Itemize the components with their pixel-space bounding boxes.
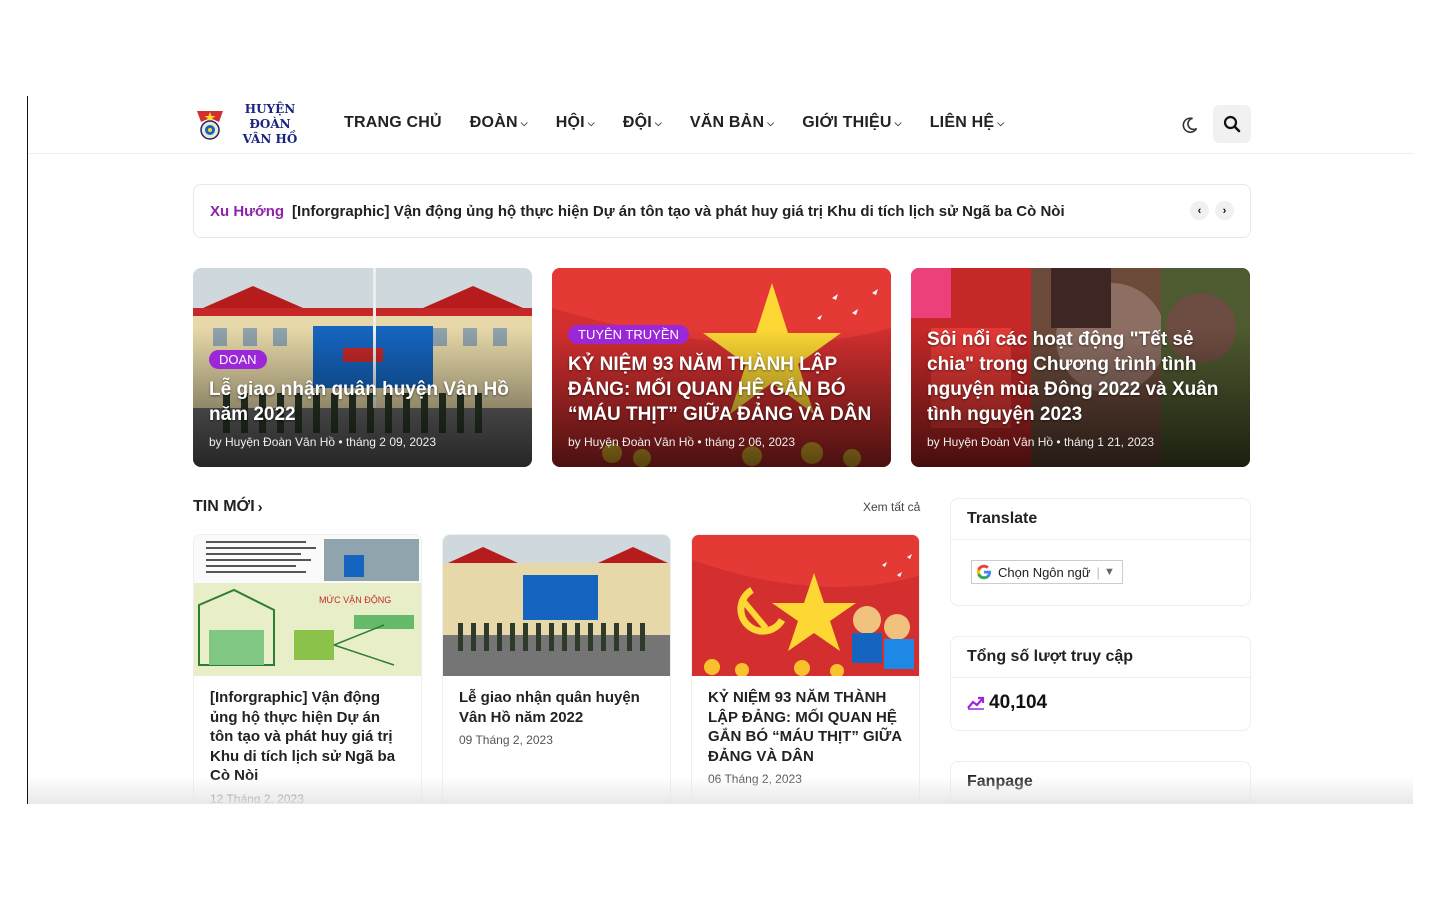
translate-widget: Translate Chọn Ngôn ngữ | ▼ bbox=[950, 498, 1251, 606]
post-date: 12 Tháng 2, 2023 bbox=[210, 791, 304, 805]
search-button[interactable] bbox=[1213, 105, 1251, 143]
thumbnail-heading: MỨC VẬN ĐỘNG bbox=[319, 595, 391, 605]
chevron-down-icon: ⌵ bbox=[997, 117, 1005, 128]
trending-bar: Xu Hướng [Inforgraphic] Vận động ủng hộ … bbox=[193, 184, 1251, 238]
hero-title[interactable]: Lễ giao nhận quân huyện Vân Hồ năm 2022 bbox=[209, 377, 518, 427]
chevron-left-icon: ‹ bbox=[1197, 204, 1202, 217]
hero-meta: by Huyện Đoàn Vân Hồ • tháng 2 06, 2023 bbox=[568, 435, 796, 449]
latest-section-title[interactable]: TIN MỚI › bbox=[193, 498, 263, 516]
nav-label: TRANG CHỦ bbox=[344, 114, 442, 131]
dropdown-triangle-icon: ▼ bbox=[1103, 566, 1115, 578]
moon-icon[interactable] bbox=[1179, 114, 1201, 136]
post-thumbnail bbox=[443, 535, 670, 676]
latest-title-label: TIN MỚI bbox=[193, 498, 255, 515]
trending-link[interactable]: [Inforgraphic] Vận động ủng hộ thực hiện… bbox=[292, 203, 1065, 220]
main-nav: TRANG CHỦ ĐOÀN ⌵ HỘI ⌵ ĐỘI ⌵ VĂN BẢN ⌵ GIỚI … bbox=[344, 114, 1032, 132]
site-header: HUYỆN ĐOÀN VÂN HỒ TRANG CHỦ ĐOÀN ⌵ HỘI ⌵ Đ… bbox=[28, 96, 1413, 154]
trending-prev-button[interactable]: ‹ bbox=[1190, 201, 1209, 220]
post-thumbnail bbox=[692, 535, 919, 676]
page-viewport: HUYỆN ĐOÀN VÂN HỒ TRANG CHỦ ĐOÀN ⌵ HỘI ⌵ Đ… bbox=[27, 96, 1413, 804]
nav-label: LIÊN HỆ bbox=[929, 114, 995, 131]
nav-item-van-ban[interactable]: VĂN BẢN ⌵ bbox=[690, 114, 774, 132]
trending-label: Xu Hướng bbox=[210, 202, 285, 220]
nav-item-lien-he[interactable]: LIÊN HỆ ⌵ bbox=[930, 114, 1005, 132]
hero-card[interactable]: TUYÊN TRUYỀN KỶ NIỆM 93 NĂM THÀNH LẬP ĐẢ… bbox=[552, 268, 891, 467]
language-select-label: Chọn Ngôn ngữ bbox=[998, 564, 1091, 580]
post-title[interactable]: KỶ NIỆM 93 NĂM THÀNH LẬP ĐẢNG: MỐI QUAN … bbox=[692, 676, 919, 766]
chevron-down-icon: ⌵ bbox=[520, 117, 528, 128]
nav-item-hoi[interactable]: HỘI ⌵ bbox=[556, 114, 595, 132]
nav-label: ĐOÀN bbox=[469, 114, 518, 131]
chevron-down-icon: ⌵ bbox=[894, 117, 902, 128]
google-icon bbox=[976, 564, 991, 580]
post-date: 06 Tháng 2, 2023 bbox=[708, 772, 802, 786]
hero-meta: by Huyện Đoàn Vân Hồ • tháng 1 21, 2023 bbox=[927, 435, 1155, 449]
hero-card[interactable]: Sôi nổi các hoạt động "Tết sẻ chia" tron… bbox=[911, 268, 1250, 467]
post-card[interactable]: MỨC VẬN ĐỘNG [Inforgraphic] Vận động ủng… bbox=[193, 534, 422, 804]
post-card[interactable]: Lễ giao nhận quân huyện Vân Hồ năm 2022 … bbox=[442, 534, 671, 804]
chevron-right-icon: › bbox=[257, 498, 263, 516]
logo-badge-icon bbox=[195, 108, 225, 140]
nav-item-doi[interactable]: ĐỘI ⌵ bbox=[623, 114, 662, 132]
language-select[interactable]: Chọn Ngôn ngữ | ▼ bbox=[971, 560, 1123, 584]
post-thumbnail: MỨC VẬN ĐỘNG bbox=[194, 535, 421, 676]
widget-title: Tổng số lượt truy cập bbox=[951, 637, 1250, 678]
logo-line-2: VÂN HỒ bbox=[242, 131, 298, 146]
nav-label: GIỚI THIỆU bbox=[802, 114, 892, 131]
nav-label: VĂN BẢN bbox=[689, 114, 765, 131]
chevron-down-icon: ⌵ bbox=[654, 117, 662, 128]
hero-title[interactable]: Sôi nổi các hoạt động "Tết sẻ chia" tron… bbox=[927, 327, 1236, 427]
hero-meta: by Huyện Đoàn Vân Hồ • tháng 2 09, 2023 bbox=[209, 435, 437, 449]
post-title[interactable]: [Inforgraphic] Vận động ủng hộ thực hiện… bbox=[194, 676, 421, 786]
widget-title: Translate bbox=[951, 499, 1250, 540]
trending-up-icon bbox=[967, 696, 985, 710]
category-tag[interactable]: DOAN bbox=[209, 350, 267, 369]
search-icon bbox=[1223, 115, 1241, 133]
category-tag[interactable]: TUYÊN TRUYỀN bbox=[568, 325, 689, 344]
chevron-down-icon: ⌵ bbox=[587, 117, 595, 128]
logo-line-1: HUYỆN ĐOÀN bbox=[244, 101, 296, 131]
widget-title: Fanpage bbox=[951, 762, 1250, 803]
chevron-right-icon: › bbox=[1222, 204, 1227, 217]
fanpage-widget: Fanpage bbox=[950, 761, 1251, 804]
nav-item-gioi-thieu[interactable]: GIỚI THIỆU ⌵ bbox=[802, 114, 901, 132]
nav-label: ĐỘI bbox=[622, 114, 652, 131]
chevron-down-icon: ⌵ bbox=[767, 117, 775, 128]
site-logo[interactable]: HUYỆN ĐOÀN VÂN HỒ bbox=[195, 101, 313, 146]
visits-count: 40,104 bbox=[989, 692, 1048, 713]
post-card[interactable]: KỶ NIỆM 93 NĂM THÀNH LẬP ĐẢNG: MỐI QUAN … bbox=[691, 534, 920, 804]
view-all-link[interactable]: Xem tất cả bbox=[863, 500, 920, 514]
nav-item-home[interactable]: TRANG CHỦ bbox=[344, 114, 442, 132]
visits-widget: Tổng số lượt truy cập 40,104 bbox=[950, 636, 1251, 731]
hero-card[interactable]: DOAN Lễ giao nhận quân huyện Vân Hồ năm … bbox=[193, 268, 532, 467]
post-date: 09 Tháng 2, 2023 bbox=[459, 733, 553, 747]
hero-title[interactable]: KỶ NIỆM 93 NĂM THÀNH LẬP ĐẢNG: MỐI QUAN … bbox=[568, 352, 877, 427]
post-title[interactable]: Lễ giao nhận quân huyện Vân Hồ năm 2022 bbox=[443, 676, 670, 727]
nav-label: HỘI bbox=[555, 114, 585, 131]
trending-next-button[interactable]: › bbox=[1215, 201, 1234, 220]
nav-item-doan[interactable]: ĐOÀN ⌵ bbox=[470, 114, 528, 132]
